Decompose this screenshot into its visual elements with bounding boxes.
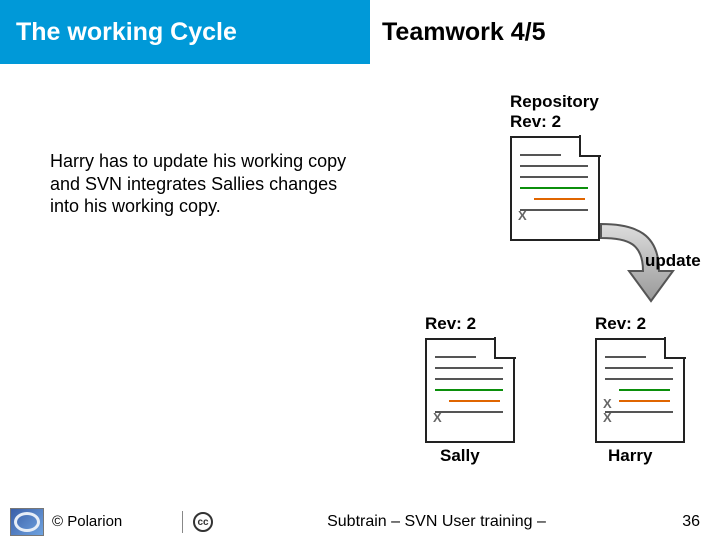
sally-rev-label: Rev: 2 bbox=[425, 314, 476, 334]
slide-title-left: The working Cycle bbox=[0, 18, 370, 47]
sally-page-icon: X bbox=[425, 338, 515, 443]
harry-name-label: Harry bbox=[608, 446, 652, 466]
body-text: Harry has to update his working copy and… bbox=[50, 150, 350, 218]
page-number: 36 bbox=[660, 513, 720, 531]
footer-separator bbox=[182, 511, 183, 533]
harry-page-icon: X X bbox=[595, 338, 685, 443]
footer-copyright-line1: © Polarion bbox=[52, 514, 172, 530]
repository-rev-label: Rev: 2 bbox=[510, 112, 561, 132]
repository-label: Repository bbox=[510, 92, 599, 112]
footer: © Polarion cc Subtrain – SVN User traini… bbox=[0, 504, 720, 540]
footer-center-text: Subtrain – SVN User training – bbox=[213, 513, 660, 531]
update-label: update bbox=[645, 251, 701, 271]
polarion-logo-icon bbox=[10, 508, 44, 536]
title-bar: The working Cycle Teamwork 4/5 bbox=[0, 0, 720, 64]
footer-copyright: © Polarion bbox=[52, 514, 172, 530]
cc-text: cc bbox=[197, 517, 208, 528]
cc-icon: cc bbox=[193, 512, 213, 532]
slide-body: Harry has to update his working copy and… bbox=[0, 64, 720, 504]
slide-title-right: Teamwork 4/5 bbox=[370, 0, 720, 64]
sally-name-label: Sally bbox=[440, 446, 480, 466]
footer-center-line1: Subtrain – SVN User training – bbox=[213, 513, 660, 531]
harry-rev-label: Rev: 2 bbox=[595, 314, 646, 334]
